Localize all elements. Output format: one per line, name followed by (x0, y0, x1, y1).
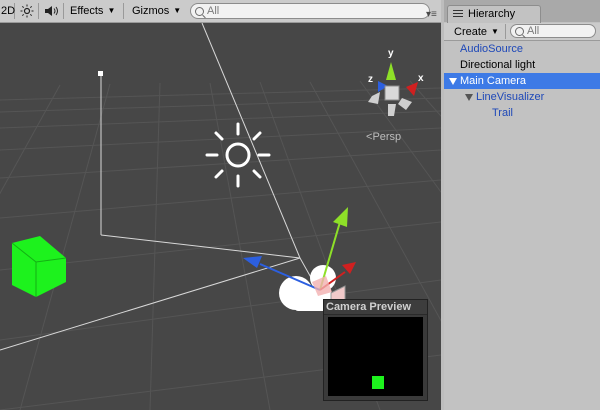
item-label: AudioSource (460, 43, 523, 55)
effects-dropdown[interactable]: Effects ▼ (66, 3, 124, 19)
search-icon (195, 7, 204, 16)
panel-menu-icon[interactable]: ▾≡ (426, 9, 437, 20)
cube-object[interactable] (11, 236, 67, 297)
axis-x-label: x (418, 73, 424, 84)
hierarchy-tabbar: ▾≡ Hierarchy (426, 0, 600, 23)
gizmos-dropdown[interactable]: Gizmos ▼ (128, 3, 186, 19)
list-item-trail[interactable]: Trail (444, 105, 600, 121)
create-label: Create (454, 26, 488, 38)
chevron-down-icon: ▼ (107, 6, 116, 15)
list-item-main-camera[interactable]: Main Camera (444, 73, 600, 89)
camera-preview-title: Camera Preview (324, 300, 427, 315)
gizmos-label: Gizmos (132, 5, 170, 17)
scene-view: 2D Effects ▼ Gizmos ▼ All y x z <Persp C… (0, 0, 441, 410)
hierarchy-list: AudioSource Directional light Main Camer… (444, 41, 600, 121)
2d-toggle-button[interactable]: 2D (0, 3, 15, 19)
item-label: Directional light (460, 59, 536, 71)
scene-lighting-button[interactable] (16, 3, 39, 19)
item-label: LineVisualizer (476, 91, 545, 103)
persp-label: Persp (372, 131, 402, 143)
list-item-directional-light[interactable]: Directional light (444, 57, 600, 73)
scene-toolbar: 2D Effects ▼ Gizmos ▼ All (0, 0, 441, 23)
create-dropdown[interactable]: Create ▼ (444, 24, 506, 39)
2d-toggle-label: 2D (1, 5, 16, 17)
speaker-icon (45, 6, 58, 16)
scene-search-placeholder: All (207, 5, 220, 17)
chevron-down-icon: ▼ (491, 27, 499, 36)
hierarchy-toolbar: Create ▼ All (444, 23, 600, 41)
chevron-down-icon: ▼ (173, 6, 182, 15)
item-label: Main Camera (460, 75, 527, 87)
axis-y-label: y (388, 48, 394, 59)
expand-triangle-icon[interactable] (465, 94, 473, 101)
effects-label: Effects (70, 5, 104, 17)
list-icon (453, 10, 463, 18)
camera-preview-view (328, 317, 423, 396)
sun-icon (20, 4, 34, 18)
orientation-gizmo[interactable]: y x z (368, 48, 424, 116)
axis-z-label: z (368, 74, 373, 85)
camera-preview-panel: Camera Preview (323, 299, 428, 401)
hierarchy-search-placeholder: All (527, 25, 540, 37)
list-item-linevisualizer[interactable]: LineVisualizer (444, 89, 600, 105)
scene-audio-button[interactable] (40, 3, 64, 19)
item-label: Trail (492, 107, 513, 119)
tab-hierarchy[interactable]: Hierarchy (447, 5, 541, 23)
projection-toggle[interactable]: <Persp (366, 131, 401, 143)
scene-search-input[interactable]: All (190, 3, 430, 19)
preview-cube (372, 376, 384, 389)
list-item-audiosource[interactable]: AudioSource (444, 41, 600, 57)
hierarchy-search-input[interactable]: All (510, 24, 596, 38)
hierarchy-panel: ▾≡ Hierarchy Create ▼ All AudioSource Dir… (426, 0, 600, 410)
directional-light-icon[interactable] (205, 122, 271, 188)
expand-triangle-icon[interactable] (449, 78, 457, 85)
hierarchy-tab-label: Hierarchy (468, 8, 516, 20)
search-icon (515, 27, 524, 36)
